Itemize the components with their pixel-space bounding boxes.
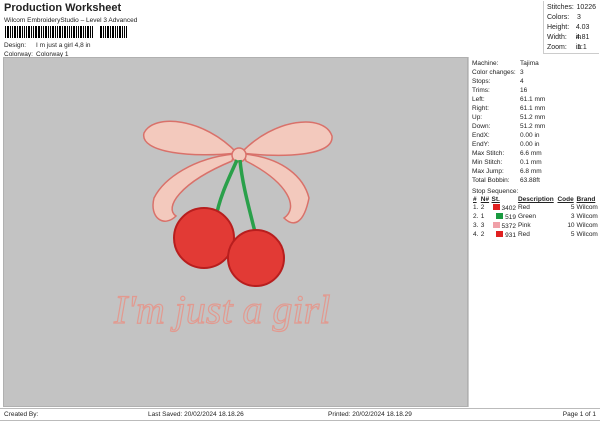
created-by: Created By: (4, 411, 39, 418)
detail-row: Left: 61.1 mm (472, 96, 546, 103)
footer: Created By: Last Saved: 20/02/2024 18.18… (0, 408, 600, 421)
detail-row: Machine: Tajima (472, 60, 539, 67)
detail-row: Stops: 4 (472, 78, 524, 85)
stop-row: 4. 2 931 Red 5 Wilcom (473, 230, 598, 239)
detail-row: Total Bobbin: 63.88ft (472, 177, 540, 184)
color-swatch (492, 221, 500, 228)
software-name: Wilcom EmbroideryStudio – Level 3 Advanc… (4, 17, 138, 24)
design-value: I m just a girl 4,8 in (36, 42, 91, 49)
detail-row: Trims: 16 (472, 87, 528, 94)
detail-row: Up: 51.2 mm (472, 114, 546, 121)
stat-row: Colors: 3 (547, 14, 581, 21)
printed-date: Printed: 20/02/2024 18.18.29 (328, 411, 412, 418)
stats-box: Stitches: 10226 Colors: 3 Height: 4.03 in W… (543, 1, 599, 54)
stat-row: Width: 4.81 in (547, 34, 590, 51)
detail-row: EndY: 0.00 in (472, 141, 540, 148)
design-label: Design: (4, 42, 27, 49)
stop-row: 3. 3 5372 Pink 10 Wilcom (473, 221, 598, 230)
stat-row: Stitches: 10226 (547, 4, 596, 11)
detail-row: Right: 61.1 mm (472, 105, 546, 112)
detail-row: EndX: 0.00 in (472, 132, 540, 139)
stop-row: 2. 1 519 Green 3 Wilcom (473, 212, 598, 221)
bow-icon (143, 120, 333, 224)
design-preview: I'm just a girl (3, 57, 468, 407)
color-swatch (496, 212, 504, 219)
stat-row: Zoom: 1:1 (547, 44, 587, 51)
color-swatch (496, 230, 504, 237)
detail-row: Color changes: 3 (472, 69, 524, 76)
stop-row: 1. 2 3402 Red 5 Wilcom (473, 203, 598, 212)
detail-row: Max Stitch: 6.6 mm (472, 150, 542, 157)
stop-sequence-table: # N# St. Description Code Brand 1. 2 3402… (472, 196, 600, 239)
detail-row: Max Jump: 6.8 mm (472, 168, 542, 175)
stop-sequence-title: Stop Sequence: (472, 188, 519, 195)
page-title: Production Worksheet (4, 2, 122, 14)
color-swatch (492, 203, 500, 210)
last-saved: Last Saved: 20/02/2024 18.18.26 (148, 411, 244, 418)
barcode (5, 26, 145, 38)
page-number: Page 1 of 1 (562, 411, 596, 418)
detail-row: Down: 51.2 mm (472, 123, 546, 130)
detail-row: Min Stitch: 0.1 mm (472, 159, 542, 166)
details-panel: Machine: Tajima Color changes: 3 Stops: 4 Trim… (468, 57, 600, 407)
cherries-icon (173, 207, 285, 287)
design-text: I'm just a girl (113, 287, 330, 332)
stat-row: Height: 4.03 in (547, 24, 590, 41)
